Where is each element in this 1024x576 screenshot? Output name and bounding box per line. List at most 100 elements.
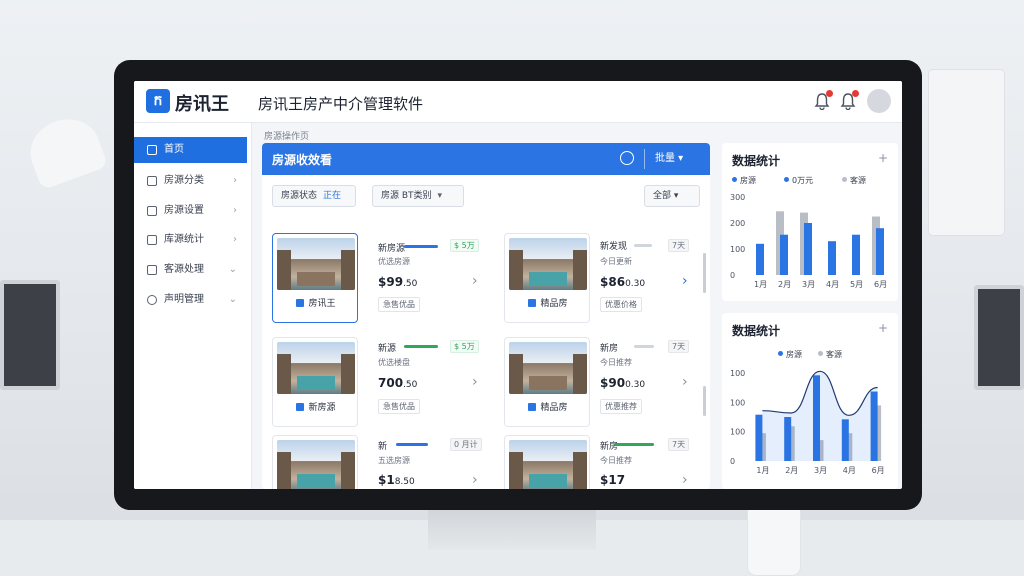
chevron-right-icon[interactable]: › bbox=[472, 374, 478, 390]
progress-bar bbox=[634, 345, 654, 348]
chevron-right-icon[interactable]: › bbox=[472, 472, 478, 488]
listing-card[interactable]: 新源 bbox=[272, 435, 358, 489]
listing-tag: 优惠推荐 bbox=[600, 399, 642, 414]
listing-subtitle: 优选房源 bbox=[378, 257, 410, 266]
chevron-right-icon[interactable]: › bbox=[682, 374, 688, 390]
bar-series-1 bbox=[804, 223, 812, 275]
alert-bell-icon[interactable] bbox=[840, 90, 859, 111]
batch-button[interactable]: 批量 ▾ bbox=[644, 149, 702, 169]
x-tick-label: 3月 bbox=[802, 280, 815, 289]
stats-title: 数据统计 bbox=[732, 324, 781, 338]
bar-series-1 bbox=[876, 228, 884, 275]
listing-subtitle: 今日更新 bbox=[600, 257, 632, 266]
listing-panel-header: 房源收效看 批量 ▾ bbox=[262, 143, 710, 175]
status-badge: $ 5万 bbox=[450, 340, 479, 353]
chevron-right-icon[interactable]: › bbox=[682, 472, 688, 488]
building-icon bbox=[528, 403, 537, 411]
y-tick-label: 100 bbox=[730, 398, 745, 407]
listing-card[interactable]: 新房源 bbox=[272, 337, 358, 427]
y-tick-label: 200 bbox=[730, 219, 745, 228]
background-board bbox=[929, 70, 1004, 235]
legend-item: 客源 bbox=[818, 349, 842, 360]
listing-price: $860.30 bbox=[600, 275, 646, 289]
legend-item: 房源 bbox=[778, 349, 802, 360]
notification-bell-icon[interactable] bbox=[814, 90, 833, 111]
listing-tag: 优惠价格 bbox=[600, 297, 642, 312]
building-icon bbox=[296, 299, 305, 307]
chevron-down-icon: ⌄ bbox=[228, 264, 237, 275]
y-tick-label: 100 bbox=[730, 245, 745, 254]
listing-card[interactable]: 精品房 bbox=[504, 337, 590, 427]
listing-name: 新源 bbox=[378, 344, 397, 354]
y-tick-label: 100 bbox=[730, 369, 745, 378]
chevron-right-icon: › bbox=[233, 175, 237, 186]
chevron-down-icon: ⌄ bbox=[228, 294, 237, 305]
building-icon bbox=[528, 299, 537, 307]
chevron-right-icon[interactable]: › bbox=[472, 273, 478, 289]
gear-icon bbox=[147, 295, 157, 305]
listing-tag: 急售优品 bbox=[378, 297, 420, 312]
listing-panel: 房源收效看 批量 ▾ 房源状态 正在 房源 BT类别 ▾ 全部 ▾ 房讯王 新房源 … bbox=[262, 143, 710, 489]
bar-series-1 bbox=[780, 234, 788, 275]
property-photo bbox=[277, 238, 355, 290]
listing-card[interactable]: 精品房 bbox=[504, 233, 590, 323]
home-icon bbox=[147, 145, 157, 155]
progress-bar bbox=[404, 245, 438, 248]
property-photo bbox=[509, 238, 587, 290]
listing-price: $17 bbox=[600, 473, 626, 487]
x-tick-label: 6月 bbox=[874, 280, 887, 289]
sidebar-item-clients[interactable]: 客源处理 ⌄ bbox=[134, 257, 247, 283]
listing-price: $99.50 bbox=[378, 275, 418, 289]
sidebar-item-home[interactable]: 首页 bbox=[134, 137, 247, 163]
listing-name: 新房源 bbox=[378, 244, 406, 254]
scrollbar[interactable] bbox=[703, 253, 706, 293]
x-tick-label: 5月 bbox=[850, 280, 863, 289]
legend-item: 0万元 bbox=[784, 175, 813, 186]
expand-icon[interactable]: + bbox=[878, 321, 888, 335]
expand-icon[interactable]: + bbox=[878, 151, 888, 165]
search-icon[interactable] bbox=[620, 151, 634, 165]
scrollbar[interactable] bbox=[703, 386, 706, 416]
logo-text: 房讯王 bbox=[175, 94, 229, 115]
app-title: 房讯王房产中介管理软件 bbox=[258, 95, 424, 113]
status-badge: 7天 bbox=[668, 239, 690, 252]
chevron-right-icon: › bbox=[233, 234, 237, 245]
listing-card[interactable]: 房讯王 bbox=[272, 233, 358, 323]
bar-series-1 bbox=[852, 234, 860, 275]
users-icon bbox=[147, 265, 157, 275]
x-tick-label: 4月 bbox=[843, 466, 856, 475]
x-tick-label: 3月 bbox=[814, 466, 827, 475]
x-tick-label: 2月 bbox=[785, 466, 798, 475]
property-photo bbox=[509, 440, 587, 489]
bar-chart-top: 300 200 100 0 1月 2月 3月 4月 5月 6月 bbox=[730, 193, 887, 289]
chevron-right-icon[interactable]: › bbox=[682, 273, 688, 289]
progress-bar bbox=[614, 443, 654, 446]
sidebar-item-stats[interactable]: 库源统计 › bbox=[134, 227, 247, 253]
legend-item: 房源 bbox=[732, 175, 756, 186]
type-filter[interactable]: 房源 BT类别 ▾ bbox=[372, 185, 464, 207]
x-tick-label: 6月 bbox=[872, 466, 885, 475]
sidebar-item-statement[interactable]: 声明管理 ⌄ bbox=[134, 287, 247, 313]
all-filter[interactable]: 全部 ▾ bbox=[644, 185, 700, 207]
background-monitor-left bbox=[0, 280, 60, 390]
stats-panel-bottom: 数据统计 + 房源 客源 100 100 100 0 1月 2月 3月 4月 6月 bbox=[722, 313, 898, 489]
screen: ក 房讯王 房讯王房产中介管理软件 首页 房源分类 › 房源设置 › 库源统计 … bbox=[134, 81, 902, 489]
x-tick-label: 1月 bbox=[754, 280, 767, 289]
listing-name: 新发现 bbox=[600, 242, 628, 252]
y-tick-label: 0 bbox=[730, 457, 735, 466]
status-filter[interactable]: 房源状态 正在 bbox=[272, 185, 356, 207]
listing-subtitle: 今日推荐 bbox=[600, 358, 632, 367]
sidebar-item-category[interactable]: 房源分类 › bbox=[134, 168, 247, 194]
listing-subtitle: 五选房源 bbox=[378, 456, 410, 465]
progress-bar bbox=[634, 244, 652, 247]
status-badge: 7天 bbox=[668, 340, 690, 353]
breadcrumb: 房源操作页 bbox=[264, 132, 310, 142]
listing-subtitle: 优选楼盘 bbox=[378, 358, 410, 367]
building-icon bbox=[147, 206, 157, 216]
sidebar-item-settings[interactable]: 房源设置 › bbox=[134, 198, 247, 224]
x-tick-label: 1月 bbox=[756, 466, 769, 475]
listing-card[interactable]: 精品 bbox=[504, 435, 590, 489]
background-lamp bbox=[21, 109, 109, 191]
user-avatar[interactable] bbox=[867, 89, 891, 113]
listing-subtitle: 今日推荐 bbox=[600, 456, 632, 465]
